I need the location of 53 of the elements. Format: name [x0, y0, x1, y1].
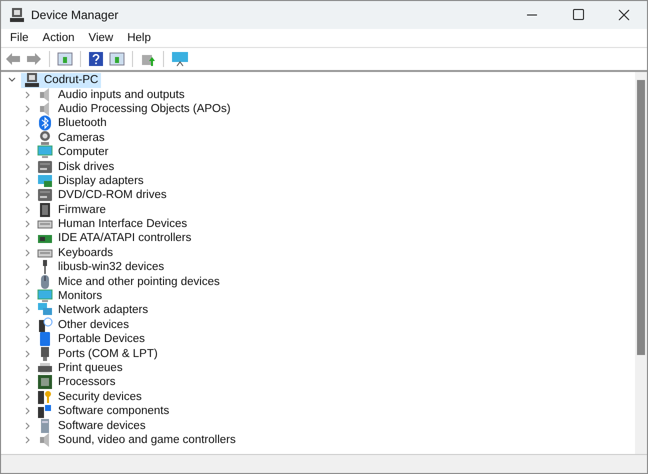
tree-item[interactable]: Mice and other pointing devices [58, 276, 220, 288]
tree-item[interactable]: Sound, video and game controllers [58, 434, 236, 446]
monitor-icon[interactable] [171, 51, 189, 67]
forward-arrow-icon[interactable] [26, 51, 42, 67]
menu-item[interactable]: File [4, 32, 35, 44]
scrollbar[interactable] [635, 72, 647, 454]
tree-item[interactable]: Security devices [58, 390, 142, 403]
tree-item[interactable]: Monitors [58, 290, 102, 302]
tree-item[interactable]: libusb-win32 devices [58, 261, 164, 274]
tree-item[interactable]: Network adapters [58, 304, 148, 316]
tree-item[interactable]: Codrut-PC [21, 72, 102, 88]
chip-icon [37, 202, 53, 218]
display-adapter-icon [37, 172, 53, 189]
tree-item[interactable]: Cameras [58, 132, 105, 144]
monitor-icon [37, 144, 53, 160]
tree-item[interactable]: Bluetooth [58, 117, 107, 130]
webcam-icon [37, 130, 53, 146]
tree-item[interactable]: Computer [58, 146, 108, 158]
window-pane-icon[interactable] [57, 51, 73, 67]
computer-icon [9, 7, 25, 23]
disc-drive-icon [37, 187, 53, 204]
key-icon [37, 388, 53, 405]
computer-icon [24, 72, 40, 88]
menu-item[interactable]: View [82, 32, 120, 44]
tree-item[interactable]: Human Interface Devices [58, 218, 188, 230]
tree-item[interactable]: Ports (COM & LPT) [58, 348, 158, 360]
window-pane-icon[interactable] [109, 51, 125, 67]
tree-item[interactable]: Firmware [58, 204, 106, 216]
processor-icon [37, 374, 53, 390]
menu-item[interactable]: Action [36, 32, 80, 44]
tree-item[interactable]: Display adapters [58, 174, 144, 187]
help-icon[interactable] [88, 51, 104, 67]
monitor-icon [37, 288, 53, 304]
tree-item[interactable]: Keyboards [58, 246, 113, 259]
menu-item[interactable]: Help [121, 32, 157, 44]
tree-item[interactable]: IDE ATA/ATAPI controllers [58, 232, 192, 244]
window-title: Device Manager [31, 8, 118, 22]
tree-item[interactable]: Other devices [58, 318, 129, 331]
tablet-icon [37, 331, 53, 348]
tree-item[interactable]: Processors [58, 376, 116, 388]
tree-item[interactable]: Audio inputs and outputs [58, 88, 185, 101]
tree-item[interactable]: DVD/CD-ROM drives [58, 189, 167, 202]
back-arrow-icon[interactable] [5, 51, 21, 67]
bluetooth-icon [37, 115, 53, 132]
tree-item[interactable]: Disk drives [58, 160, 114, 173]
printer-icon [37, 360, 53, 376]
tree-item[interactable]: Software components [58, 405, 170, 418]
tree-item[interactable]: Portable Devices [58, 333, 145, 346]
drive-icon [37, 158, 53, 175]
tree-item[interactable]: Audio Processing Objects (APOs) [58, 102, 231, 115]
tree-item[interactable]: Software devices [58, 420, 146, 432]
tree-item[interactable]: Print queues [58, 362, 123, 374]
scrollbar-thumb[interactable] [637, 80, 645, 355]
